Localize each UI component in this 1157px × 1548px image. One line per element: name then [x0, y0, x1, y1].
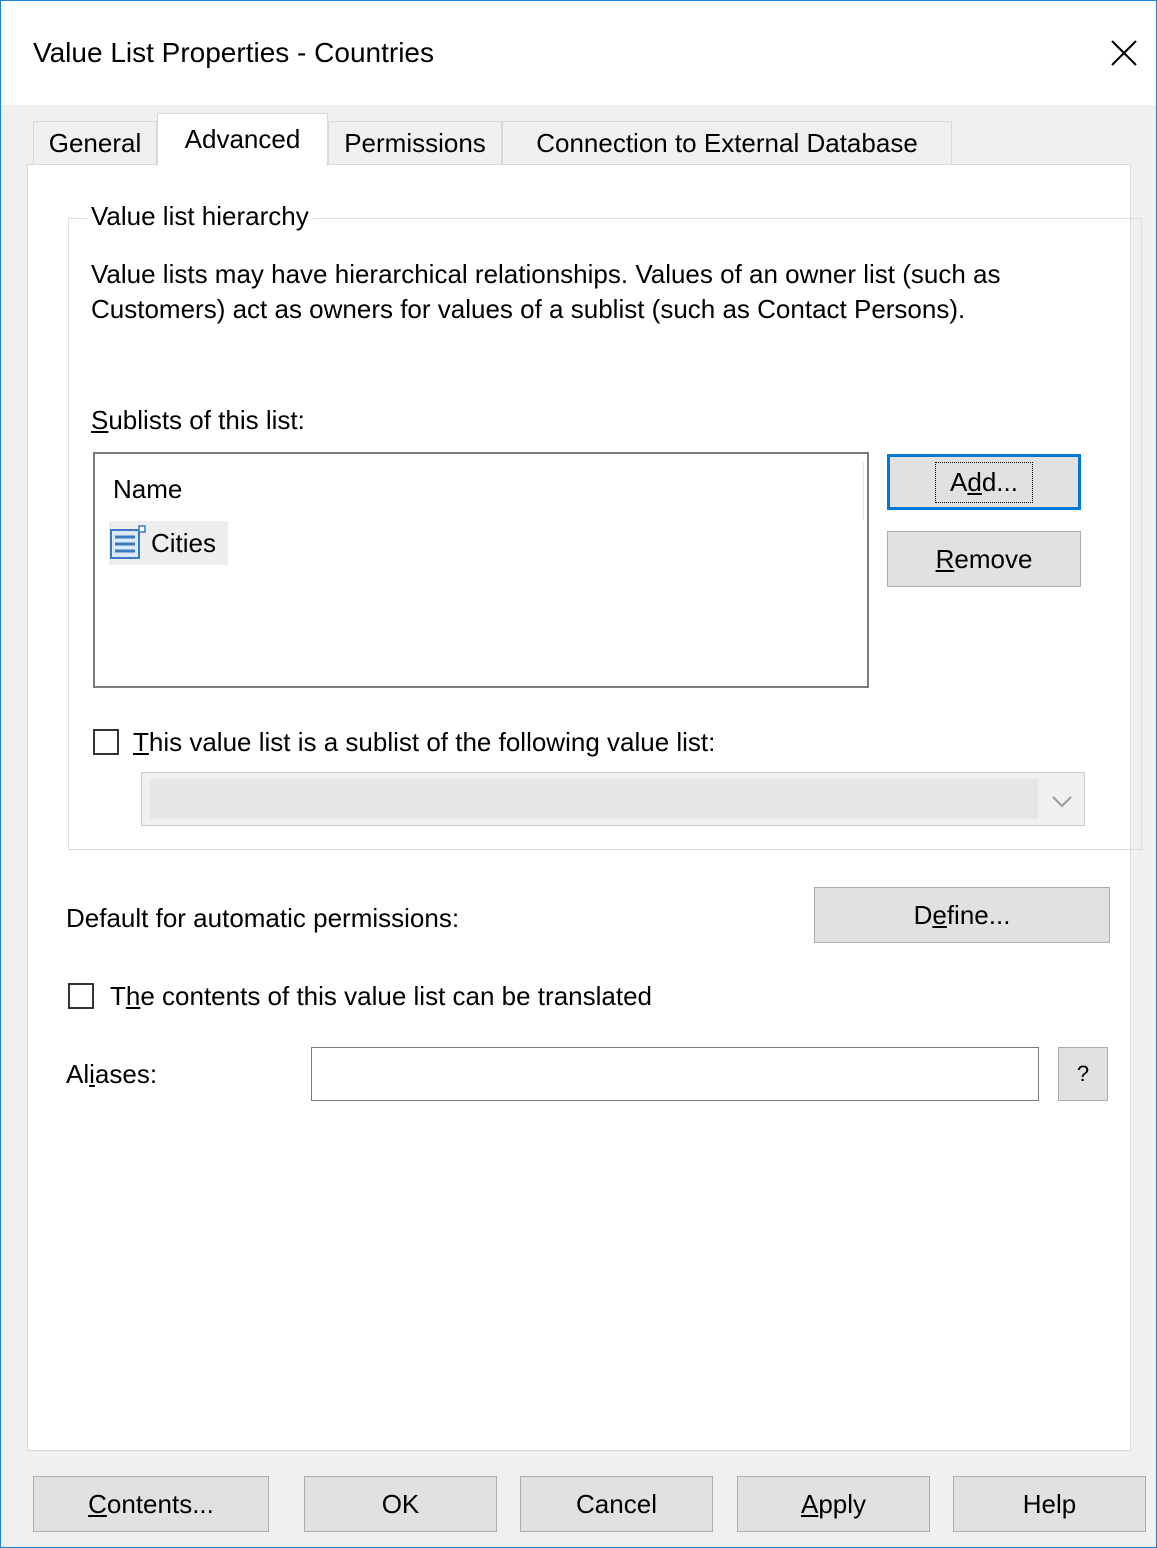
- column-header-name[interactable]: Name: [113, 474, 182, 505]
- title-bar: Value List Properties - Countries: [1, 1, 1156, 105]
- aliases-label: Aliases:: [66, 1059, 158, 1089]
- chevron-down-icon: [1052, 796, 1072, 808]
- cancel-button[interactable]: Cancel: [520, 1476, 713, 1532]
- tab-connection-external-db[interactable]: Connection to External Database: [502, 121, 952, 165]
- parent-value-list-dropdown[interactable]: [141, 772, 1085, 826]
- aliases-input[interactable]: [311, 1047, 1039, 1101]
- define-button[interactable]: De fine...: [814, 887, 1110, 943]
- close-icon: [1111, 40, 1137, 66]
- apply-button[interactable]: Apply: [737, 1476, 930, 1532]
- column-divider: [863, 462, 864, 520]
- sublists-label: Sublists of this list:: [91, 405, 305, 435]
- sublist-checkbox-label[interactable]: This value list is a sublist of the foll…: [133, 727, 715, 758]
- tab-permissions[interactable]: Permissions: [328, 121, 502, 165]
- tab-advanced[interactable]: Advanced: [157, 113, 328, 166]
- help-button[interactable]: Help: [953, 1476, 1146, 1532]
- close-button[interactable]: [1092, 21, 1156, 85]
- hierarchy-description: Value lists may have hierarchical relati…: [91, 259, 1001, 324]
- automatic-permissions-label: Default for automatic permissions:: [66, 903, 460, 933]
- list-item[interactable]: Cities: [109, 521, 229, 565]
- sublists-listbox[interactable]: Name Cities: [93, 452, 869, 688]
- window-title: Value List Properties - Countries: [33, 37, 434, 68]
- value-list-icon: [110, 525, 146, 559]
- ok-button[interactable]: OK: [304, 1476, 497, 1532]
- value-list-hierarchy-group: Value list hierarchy Value lists may hav…: [68, 201, 1142, 850]
- group-legend: Value list hierarchy: [87, 201, 313, 232]
- aliases-help-button[interactable]: ?: [1058, 1047, 1108, 1101]
- sublist-checkbox[interactable]: [93, 729, 119, 755]
- translate-checkbox-label[interactable]: The contents of this value list can be t…: [110, 981, 652, 1012]
- remove-button[interactable]: Remove: [887, 531, 1081, 587]
- advanced-tab-panel: Value list hierarchy Value lists may hav…: [27, 164, 1142, 1451]
- list-item-label: Cities: [151, 527, 217, 558]
- dialog-window: Value List Properties - Countries Genera…: [0, 0, 1157, 1548]
- dropdown-value: [150, 779, 1038, 819]
- tab-general[interactable]: General: [33, 121, 157, 165]
- add-button[interactable]: Add...: [887, 454, 1081, 510]
- contents-button[interactable]: Contents...: [33, 1476, 269, 1532]
- translate-checkbox[interactable]: [68, 983, 94, 1009]
